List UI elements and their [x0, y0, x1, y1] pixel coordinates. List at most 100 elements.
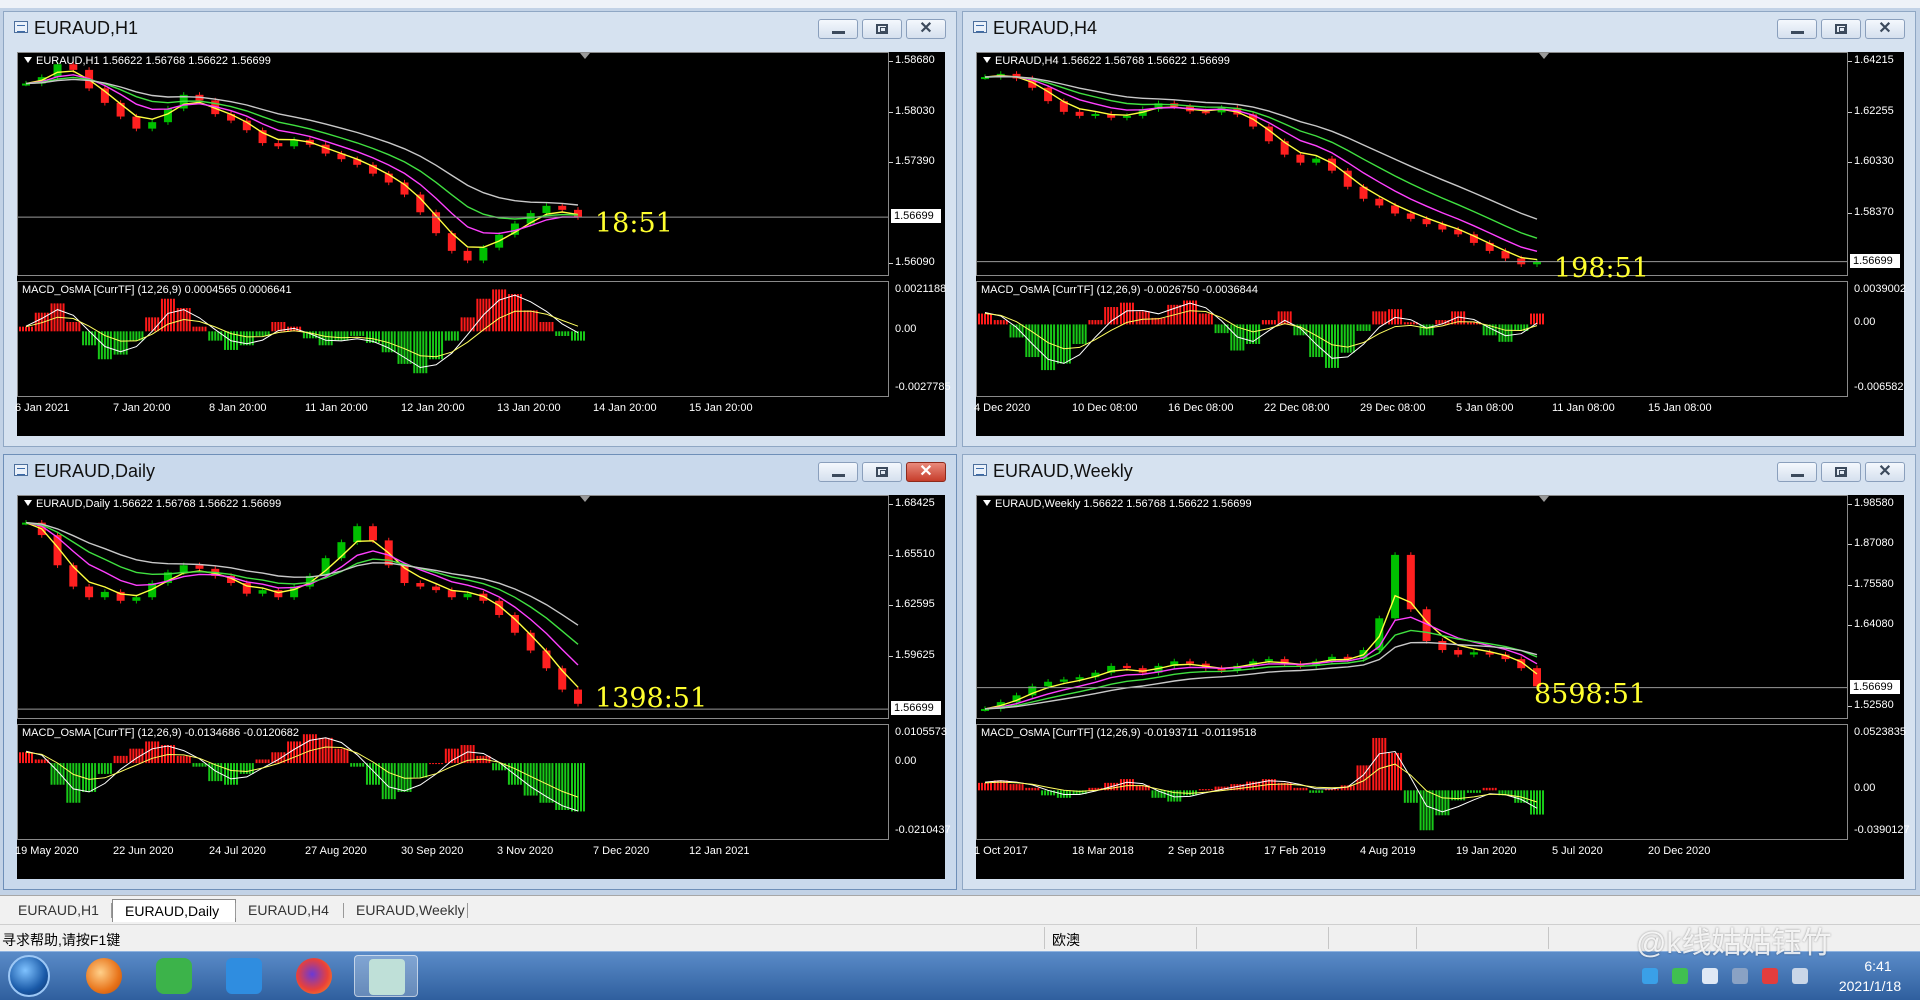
- macd-histogram-bar: [141, 748, 144, 764]
- tray-network-icon[interactable]: [1642, 968, 1658, 984]
- tray-device-icon[interactable]: [1732, 968, 1748, 984]
- window-titlebar[interactable]: EURAUD,H4 ✕: [963, 12, 1915, 42]
- macd-histogram-bar: [267, 759, 270, 764]
- price-pane[interactable]: EURAUD,Weekly 1.56622 1.56768 1.56622 1.…: [976, 495, 1848, 719]
- price-pane[interactable]: EURAUD,Daily 1.56622 1.56768 1.56622 1.5…: [17, 495, 889, 719]
- macd-histogram-bar: [192, 326, 195, 332]
- macd-histogram-bar: [583, 331, 585, 341]
- time-axis-label: 17 Feb 2019: [1264, 845, 1326, 857]
- chart-shift-marker-icon[interactable]: [580, 496, 590, 502]
- macd-histogram-bar: [529, 310, 532, 332]
- tray-shield-icon[interactable]: [1702, 968, 1718, 984]
- macd-histogram-bar: [435, 763, 438, 765]
- minimize-button[interactable]: [1777, 19, 1817, 39]
- symbol-header[interactable]: EURAUD,Weekly 1.56622 1.56768 1.56622 1.…: [983, 498, 1252, 510]
- macd-histogram-bar: [1356, 765, 1359, 791]
- macd-pane[interactable]: MACD_OsMA [CurrTF] (12,26,9) -0.0134686 …: [17, 724, 889, 840]
- price-pane[interactable]: EURAUD,H4 1.56622 1.56768 1.56622 1.5669…: [976, 52, 1848, 276]
- time-axis-label: 29 Dec 08:00: [1360, 402, 1426, 414]
- firefox-button[interactable]: [286, 955, 342, 997]
- minimize-button[interactable]: [1777, 462, 1817, 482]
- maximize-button[interactable]: [862, 19, 902, 39]
- close-button[interactable]: ✕: [1865, 19, 1905, 39]
- macd-histogram-bar: [1359, 324, 1362, 331]
- chart-canvas[interactable]: EURAUD,H4 1.56622 1.56768 1.56622 1.5669…: [974, 52, 1906, 436]
- macd-histogram-bar: [532, 763, 535, 796]
- macd-pane[interactable]: MACD_OsMA [CurrTF] (12,26,9) -0.0026750 …: [976, 281, 1848, 397]
- macd-histogram-bar: [1318, 790, 1321, 793]
- close-button[interactable]: ✕: [1865, 462, 1905, 482]
- minimize-button[interactable]: [818, 462, 858, 482]
- price-axis[interactable]: 1.68425 1.65510 1.62595 1.59625 1.56699 0.010…: [889, 495, 951, 879]
- chart-canvas[interactable]: EURAUD,H1 1.56622 1.56768 1.56622 1.5669…: [15, 52, 951, 436]
- time-axis-label: 5 Jan 08:00: [1456, 402, 1514, 414]
- macd-histogram-bar: [1198, 313, 1201, 325]
- price-pane[interactable]: EURAUD,H1 1.56622 1.56768 1.56622 1.5669…: [17, 52, 889, 276]
- tray-volume-muted-icon[interactable]: [1762, 968, 1778, 984]
- close-button[interactable]: ✕: [906, 462, 946, 482]
- macd-histogram-bar: [1189, 300, 1192, 325]
- chart-shift-marker-icon[interactable]: [580, 53, 590, 59]
- tray-wechat-icon[interactable]: [1672, 968, 1688, 984]
- macd-histogram-bar: [1368, 765, 1371, 791]
- macd-histogram-bar: [1220, 324, 1223, 334]
- tray-signal-icon[interactable]: [1792, 968, 1808, 984]
- macd-histogram-bar: [416, 331, 419, 374]
- chart-shift-marker-icon[interactable]: [1539, 53, 1549, 59]
- window-titlebar[interactable]: EURAUD,Daily ✕: [4, 455, 956, 485]
- macd-histogram-bar: [19, 326, 21, 332]
- macd-histogram-bar: [564, 331, 567, 336]
- maximize-button[interactable]: [1821, 462, 1861, 482]
- chart-canvas[interactable]: EURAUD,Weekly 1.56622 1.56768 1.56622 1.…: [974, 495, 1910, 879]
- metatrader-button[interactable]: [354, 955, 418, 997]
- status-divider: [1548, 927, 1549, 949]
- symbol-header[interactable]: EURAUD,H4 1.56622 1.56768 1.56622 1.5669…: [983, 55, 1230, 67]
- tab-euraud-h1[interactable]: EURAUD,H1: [6, 899, 112, 922]
- time-axis[interactable]: 4 Dec 2020 10 Dec 08:00 16 Dec 08:00 22 Dec…: [974, 402, 1848, 432]
- window-titlebar[interactable]: EURAUD,H1 ✕: [4, 12, 956, 42]
- chart-shift-marker-icon[interactable]: [1539, 496, 1549, 502]
- window-titlebar[interactable]: EURAUD,Weekly ✕: [963, 455, 1915, 485]
- candle-body: [1122, 115, 1131, 118]
- status-bar: 寻求帮助,请按F1键 欧澳: [0, 924, 1920, 952]
- candle-body: [179, 565, 188, 573]
- notes-app-button[interactable]: [216, 955, 272, 997]
- music-app-button[interactable]: [76, 955, 132, 997]
- time-axis[interactable]: 19 May 2020 22 Jun 2020 24 Jul 2020 27 Aug …: [15, 845, 889, 875]
- macd-histogram-bar: [504, 289, 507, 332]
- chart-canvas[interactable]: EURAUD,Daily 1.56622 1.56768 1.56622 1.5…: [15, 495, 951, 879]
- maximize-icon: [1835, 24, 1847, 34]
- symbol-header[interactable]: EURAUD,H1 1.56622 1.56768 1.56622 1.5669…: [24, 55, 271, 67]
- price-axis-label: 1.60330: [1854, 155, 1894, 167]
- macd-histogram-bar: [1113, 782, 1116, 791]
- price-axis[interactable]: 1.58680 1.58030 1.57390 1.56699 1.56090 0.002…: [889, 52, 951, 436]
- clock-time[interactable]: 6:41: [1848, 958, 1908, 974]
- axis-tick: [889, 504, 893, 505]
- maximize-button[interactable]: [1821, 19, 1861, 39]
- maximize-button[interactable]: [862, 462, 902, 482]
- price-axis[interactable]: 1.64215 1.62255 1.60330 1.58370 1.56699 0.003…: [1848, 52, 1906, 436]
- macd-histogram-bar: [1412, 790, 1415, 803]
- wechat-button[interactable]: [146, 955, 202, 997]
- macd-histogram-bar: [1252, 781, 1255, 791]
- candle-body: [1296, 154, 1305, 163]
- macd-pane[interactable]: MACD_OsMA [CurrTF] (12,26,9) -0.0193711 …: [976, 724, 1848, 840]
- macd-histogram-bar: [198, 763, 201, 767]
- tab-euraud-weekly[interactable]: EURAUD,Weekly: [344, 899, 468, 922]
- macd-histogram-bar: [1469, 322, 1472, 325]
- minimize-button[interactable]: [818, 19, 858, 39]
- time-axis[interactable]: 1 Oct 2017 18 Mar 2018 2 Sep 2018 17 Feb 20…: [974, 845, 1848, 875]
- tab-euraud-h4[interactable]: EURAUD,H4: [236, 899, 344, 922]
- clock-date[interactable]: 2021/1/18: [1820, 978, 1920, 994]
- tab-euraud-daily[interactable]: EURAUD,Daily: [112, 899, 236, 922]
- macd-histogram-bar: [311, 734, 314, 764]
- time-axis[interactable]: 6 Jan 2021 7 Jan 20:00 8 Jan 20:00 11 Jan 2…: [15, 402, 889, 432]
- start-button[interactable]: [8, 955, 50, 997]
- close-button[interactable]: ✕: [906, 19, 946, 39]
- symbol-header[interactable]: EURAUD,Daily 1.56622 1.56768 1.56622 1.5…: [24, 498, 281, 510]
- macd-histogram-bar: [1233, 324, 1236, 351]
- macd-pane[interactable]: MACD_OsMA [CurrTF] (12,26,9) 0.0004565 0…: [17, 281, 889, 397]
- time-axis-label: 27 Aug 2020: [305, 845, 367, 857]
- macd-histogram-bar: [157, 741, 160, 764]
- price-axis[interactable]: 1.98580 1.87080 1.75580 1.64080 1.56699 1.525…: [1848, 495, 1910, 879]
